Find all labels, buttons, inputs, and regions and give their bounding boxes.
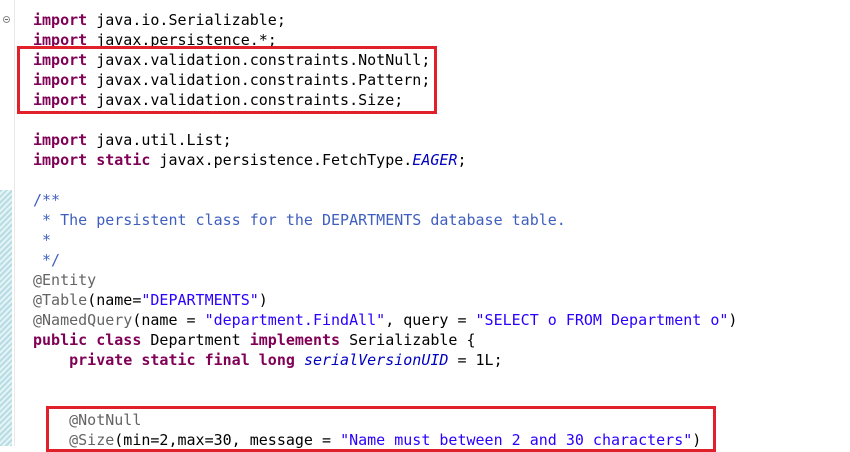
code-token: java.util.List; — [87, 131, 232, 149]
code-line: @NamedQuery(name = "department.FindAll",… — [33, 310, 850, 330]
string-token: "SELECT o FROM Department o" — [475, 311, 729, 329]
code-line: private static final long serialVersionU… — [33, 350, 850, 370]
comment-token: * The persistent class for the DEPARTMEN… — [33, 211, 566, 229]
keyword-token: import — [33, 131, 88, 149]
code-line: ​ — [33, 170, 850, 190]
code-line: public class Department implements Seria… — [33, 330, 850, 350]
keyword-token: implements — [249, 331, 341, 349]
change-indicator-bar — [0, 190, 12, 446]
code-token: Serializable { — [340, 331, 476, 349]
annotation-token: @NamedQuery — [33, 311, 133, 329]
code-line: ​ — [33, 370, 850, 390]
fold-toggle-icon[interactable] — [3, 16, 10, 23]
keyword-token: private static final long — [69, 351, 295, 369]
imports-highlight-box — [17, 46, 437, 114]
comment-token: * — [33, 231, 52, 249]
keyword-token: import static — [33, 151, 151, 169]
comment-token: /** — [33, 191, 61, 209]
field-token: EAGER — [412, 151, 458, 169]
code-line: @Table(name="DEPARTMENTS") — [33, 290, 850, 310]
code-token: java.io.Serializable; — [87, 11, 286, 29]
comment-token: */ — [33, 251, 61, 269]
code-line: import java.io.Serializable; — [33, 10, 850, 30]
string-token: "department.FindAll" — [204, 311, 386, 329]
code-token: javax.persistence.FetchType. — [150, 151, 413, 169]
annotation-token: @Entity — [33, 271, 97, 289]
code-token: , query = — [385, 311, 476, 329]
code-token: (name = — [132, 311, 205, 329]
keyword-token: import — [33, 11, 88, 29]
code-token: (name= — [87, 291, 142, 309]
code-line: */ — [33, 250, 850, 270]
code-line: import java.util.List; — [33, 130, 850, 150]
code-token: ) — [258, 291, 268, 309]
code-line: @Entity — [33, 270, 850, 290]
code-token: Department — [141, 331, 250, 349]
code-token: = 1L; — [448, 351, 503, 369]
code-line: import static javax.persistence.FetchTyp… — [33, 150, 850, 170]
string-token: "DEPARTMENTS" — [141, 291, 259, 309]
keyword-token: public class — [33, 331, 142, 349]
code-line: /** — [33, 190, 850, 210]
annotation-token: @Table — [33, 291, 88, 309]
code-line: * — [33, 230, 850, 250]
code-token: ; — [457, 151, 467, 169]
code-token: ) — [728, 311, 738, 329]
field-token: serialVersionUID — [303, 351, 449, 369]
annotations-highlight-box — [46, 406, 716, 452]
code-line: * The persistent class for the DEPARTMEN… — [33, 210, 850, 230]
